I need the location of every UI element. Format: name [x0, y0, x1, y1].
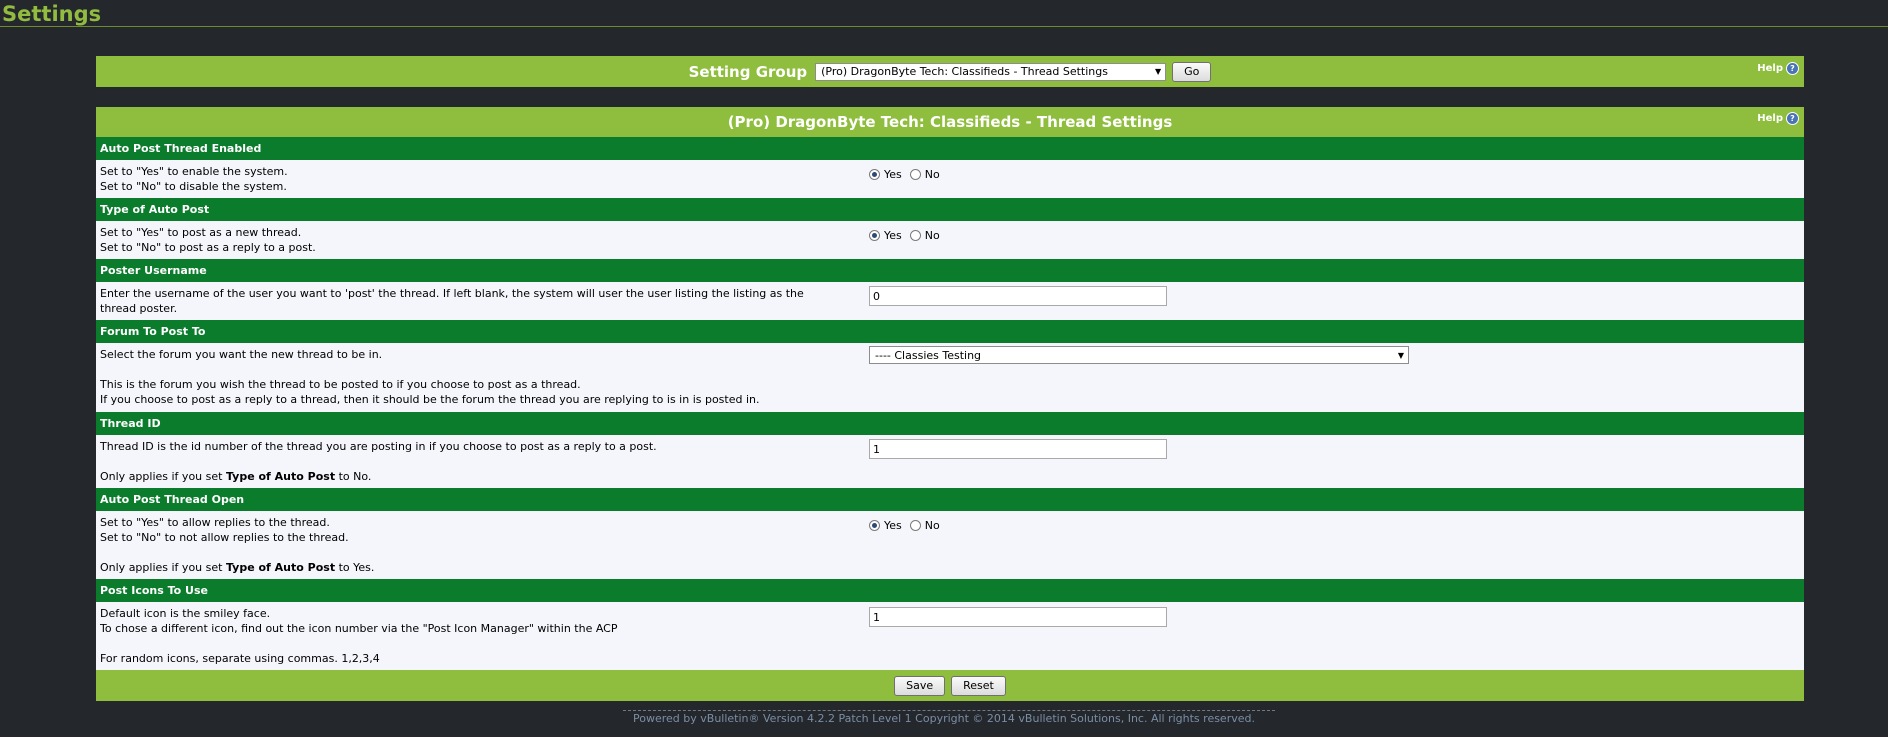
- setting-row-auto-post: Set to "Yes" to enable the system. Set t…: [96, 160, 1804, 198]
- description-line: If you choose to post as a reply to a th…: [100, 393, 760, 406]
- setting-group-select[interactable]: (Pro) DragonByte Tech: Classifieds - Thr…: [815, 62, 1167, 81]
- description-line: Set to "No" to post as a reply to a post…: [100, 241, 316, 254]
- description-line: Set to "Yes" to enable the system.: [100, 165, 288, 178]
- description-note: Only applies if you set Type of Auto Pos…: [100, 560, 840, 575]
- thread-open-radio-group: Yes No: [869, 519, 948, 532]
- description-line: This is the forum you wish the thread to…: [100, 378, 581, 391]
- description-line: For random icons, separate using commas.…: [100, 652, 380, 665]
- radio-yes-label[interactable]: Yes: [884, 229, 902, 242]
- section-heading: Post Icons To Use: [96, 579, 1804, 602]
- setting-row-type-post: Set to "Yes" to post as a new thread. Se…: [96, 221, 1804, 259]
- description-line: To chose a different icon, find out the …: [100, 622, 618, 635]
- help-icon: ?: [1786, 112, 1799, 125]
- post-icons-input[interactable]: 1: [869, 607, 1167, 627]
- table-title: (Pro) DragonByte Tech: Classifieds - Thr…: [727, 113, 1173, 131]
- forum-select[interactable]: ---- Classies Testing ▼: [869, 346, 1409, 364]
- page-title: Settings: [2, 2, 102, 26]
- go-button[interactable]: Go: [1172, 61, 1212, 82]
- poster-username-input[interactable]: 0: [869, 286, 1167, 306]
- section-heading: Forum To Post To: [96, 320, 1804, 343]
- description-note: Only applies if you set Type of Auto Pos…: [100, 469, 840, 484]
- radio-no[interactable]: [909, 520, 921, 531]
- description-line: thread poster.: [100, 302, 178, 315]
- note-suffix: to No.: [335, 470, 372, 483]
- help-icon: ?: [1786, 62, 1799, 75]
- settings-table: (Pro) DragonByte Tech: Classifieds - Thr…: [96, 107, 1804, 701]
- poster-username-control: 0: [869, 286, 1167, 306]
- description-line: Thread ID is the id number of the thread…: [100, 440, 657, 453]
- section-heading: Auto Post Thread Open: [96, 488, 1804, 511]
- description-line: Set to "Yes" to post as a new thread.: [100, 226, 302, 239]
- chevron-down-icon: ▼: [1154, 67, 1162, 76]
- setting-description: Default icon is the smiley face. To chos…: [100, 606, 840, 666]
- setting-group-selected: (Pro) DragonByte Tech: Classifieds - Thr…: [821, 65, 1108, 78]
- note-prefix: Only applies if you set: [100, 470, 226, 483]
- note-prefix: Only applies if you set: [100, 561, 226, 574]
- auto-post-radio-group: Yes No: [869, 168, 948, 181]
- radio-no-label[interactable]: No: [925, 519, 940, 532]
- note-bold: Type of Auto Post: [225, 470, 336, 483]
- thread-id-input[interactable]: 1: [869, 439, 1167, 459]
- section-heading: Poster Username: [96, 259, 1804, 282]
- forum-control: ---- Classies Testing ▼: [869, 346, 1409, 364]
- radio-no[interactable]: [909, 169, 921, 180]
- description-line: Enter the username of the user you want …: [100, 287, 804, 300]
- setting-description: Set to "Yes" to enable the system. Set t…: [100, 164, 840, 194]
- description-line: Set to "No" to not allow replies to the …: [100, 531, 349, 544]
- save-button[interactable]: Save: [894, 675, 946, 696]
- radio-yes-label[interactable]: Yes: [884, 168, 902, 181]
- type-post-radio-group: Yes No: [869, 229, 948, 242]
- setting-group-controls: Setting Group (Pro) DragonByte Tech: Cla…: [96, 56, 1804, 87]
- table-title-bar: (Pro) DragonByte Tech: Classifieds - Thr…: [96, 107, 1804, 137]
- post-icons-control: 1: [869, 607, 1167, 627]
- setting-description: Enter the username of the user you want …: [100, 286, 840, 316]
- radio-no-label[interactable]: No: [925, 229, 940, 242]
- forum-selected: ---- Classies Testing: [875, 348, 982, 362]
- help-link-table[interactable]: Help ?: [1757, 112, 1799, 125]
- radio-yes-label[interactable]: Yes: [884, 519, 902, 532]
- section-heading: Type of Auto Post: [96, 198, 1804, 221]
- page-header: Settings: [0, 0, 1888, 27]
- help-label: Help: [1757, 113, 1783, 124]
- section-heading: Auto Post Thread Enabled: [96, 137, 1804, 160]
- note-bold: Type of Auto Post: [225, 561, 336, 574]
- setting-row-thread-open: Set to "Yes" to allow replies to the thr…: [96, 511, 1804, 579]
- setting-row-poster-username: Enter the username of the user you want …: [96, 282, 1804, 320]
- setting-row-forum: Select the forum you want the new thread…: [96, 343, 1804, 412]
- setting-group-bar: Setting Group (Pro) DragonByte Tech: Cla…: [96, 56, 1804, 87]
- form-actions-bar: Save Reset: [96, 670, 1804, 701]
- radio-no-label[interactable]: No: [925, 168, 940, 181]
- note-suffix: to Yes.: [335, 561, 375, 574]
- description-line: Default icon is the smiley face.: [100, 607, 271, 620]
- footer-divider: [623, 710, 1275, 711]
- description-line: Set to "Yes" to allow replies to the thr…: [100, 516, 330, 529]
- setting-description: Thread ID is the id number of the thread…: [100, 439, 840, 484]
- radio-no[interactable]: [909, 230, 921, 241]
- radio-yes[interactable]: [869, 169, 880, 180]
- radio-yes[interactable]: [869, 520, 880, 531]
- chevron-down-icon: ▼: [1397, 350, 1404, 360]
- setting-row-thread-id: Thread ID is the id number of the thread…: [96, 435, 1804, 488]
- reset-button[interactable]: Reset: [951, 675, 1006, 696]
- description-line: Set to "No" to disable the system.: [100, 180, 287, 193]
- help-label: Help: [1757, 63, 1783, 74]
- setting-row-post-icons: Default icon is the smiley face. To chos…: [96, 602, 1804, 670]
- radio-yes[interactable]: [869, 230, 880, 241]
- setting-description: Set to "Yes" to allow replies to the thr…: [100, 515, 840, 575]
- thread-id-control: 1: [869, 439, 1167, 459]
- setting-group-label: Setting Group: [688, 62, 808, 81]
- copyright-text: Powered by vBulletin® Version 4.2.2 Patc…: [633, 712, 1255, 725]
- help-link-group[interactable]: Help ?: [1757, 62, 1799, 75]
- section-heading: Thread ID: [96, 412, 1804, 435]
- setting-description: Set to "Yes" to post as a new thread. Se…: [100, 225, 840, 255]
